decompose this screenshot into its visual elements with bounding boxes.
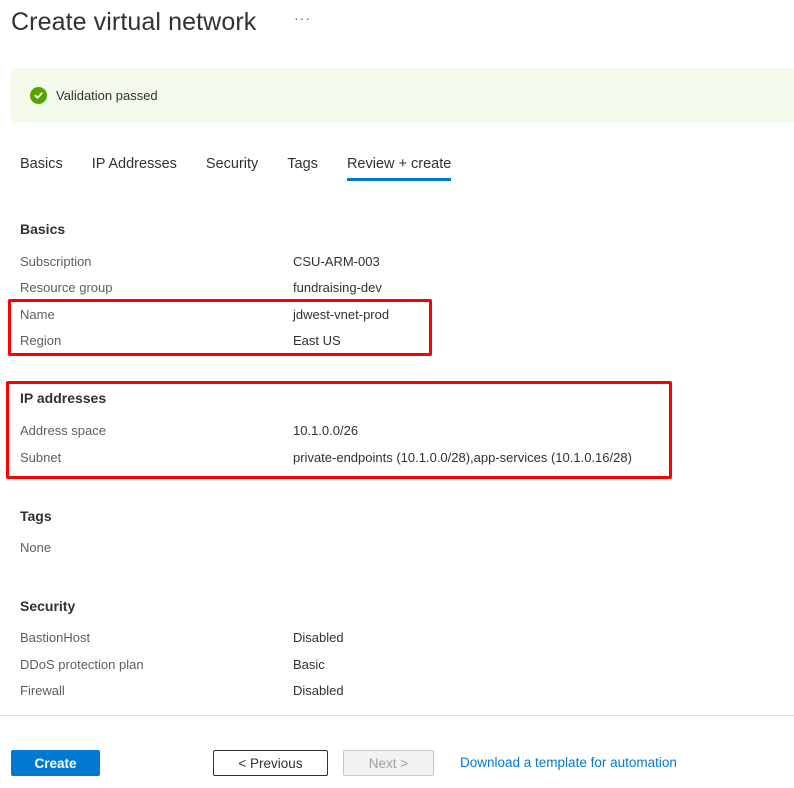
tab-review-create[interactable]: Review + create (346, 156, 452, 181)
create-button[interactable]: Create (11, 750, 100, 776)
tags-value: None (20, 540, 52, 555)
next-button[interactable]: Next > (343, 750, 434, 776)
row-value: fundraising-dev (293, 280, 382, 295)
check-circle-icon (30, 87, 47, 104)
download-template-link[interactable]: Download a template for automation (460, 755, 677, 770)
page-title: Create virtual network (11, 8, 257, 36)
validation-status-text: Validation passed (56, 88, 158, 103)
row-value: Disabled (293, 630, 344, 645)
tab-ip-addresses[interactable]: IP Addresses (92, 156, 177, 181)
summary-row: DDoS protection plan Basic (20, 657, 720, 675)
section-heading-tags: Tags (20, 508, 52, 524)
validation-banner: Validation passed (11, 68, 794, 123)
title-row: Create virtual network (11, 8, 256, 37)
row-label: DDoS protection plan (20, 657, 144, 672)
footer-divider (0, 715, 794, 716)
row-label: Subscription (20, 254, 92, 269)
summary-row: Firewall Disabled (20, 683, 720, 701)
create-vnet-page: Create virtual network ··· Validation pa… (0, 0, 794, 788)
section-heading-basics: Basics (20, 221, 66, 237)
row-label: Firewall (20, 683, 65, 698)
summary-row: Subscription CSU-ARM-003 (20, 254, 720, 272)
row-label: Resource group (20, 280, 113, 295)
annotation-box-ip-addresses (6, 381, 672, 479)
tab-security[interactable]: Security (206, 156, 258, 181)
row-value: Disabled (293, 683, 344, 698)
annotation-box-name-region (8, 299, 432, 356)
summary-row: BastionHost Disabled (20, 630, 720, 648)
row-value: Basic (293, 657, 325, 672)
previous-button[interactable]: < Previous (213, 750, 328, 776)
tab-tags[interactable]: Tags (287, 156, 318, 181)
row-label: BastionHost (20, 630, 91, 645)
summary-row: Resource group fundraising-dev (20, 280, 720, 298)
summary-row: None (20, 540, 720, 558)
row-value: CSU-ARM-003 (293, 254, 380, 269)
tab-basics[interactable]: Basics (20, 156, 63, 181)
section-heading-security: Security (20, 598, 76, 614)
wizard-tabs: Basics IP Addresses Security Tags Review… (20, 156, 480, 181)
more-options-button[interactable]: ··· (294, 10, 311, 26)
